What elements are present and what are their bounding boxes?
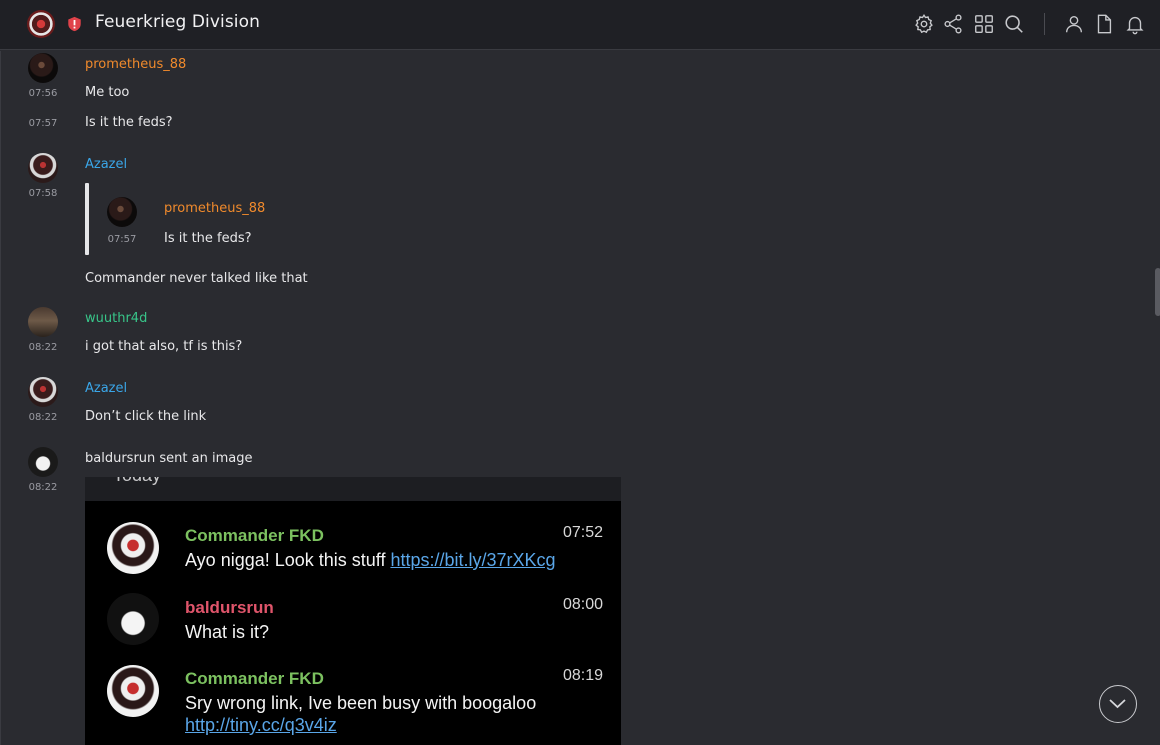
shield-alert-icon [68,16,81,32]
sender-name[interactable]: wuuthr4d [85,311,147,326]
image-chat-avatar [107,665,159,717]
notifications-bell-icon[interactable] [1124,13,1146,35]
chevron-down-icon [1109,699,1126,709]
sender-name[interactable]: Azazel [85,381,127,396]
message-text: Me too [85,85,130,100]
attached-image[interactable]: Today Commander FKD 07:52 Ayo nigga! Loo… [85,477,621,745]
apps-grid-icon[interactable] [973,13,995,35]
room-header: Feuerkrieg Division [0,0,1160,50]
message-timestamp: 08:22 [28,482,58,493]
message-timestamp: 07:58 [28,188,58,199]
jump-to-latest-button[interactable] [1099,685,1137,723]
image-chat-text: Ayo nigga! Look this stuff https://bit.l… [185,550,556,570]
message-timeline[interactable]: 07:56 prometheus_88 Me too 07:57 Is it t… [0,51,1160,745]
message-text: Commander never talked like that [85,271,308,286]
avatar[interactable] [28,153,58,183]
message-text: Don’t click the link [85,409,207,424]
message-timestamp: 08:22 [28,342,58,353]
image-chat-time: 08:19 [562,667,603,684]
image-chat-text: Sry wrong link, Ive been busy with booga… [185,693,537,713]
avatar[interactable] [28,53,58,83]
share-icon[interactable] [942,13,964,35]
avatar[interactable] [28,447,58,477]
image-chat-sender: baldursrun [185,598,274,617]
message-text: i got that also, tf is this? [85,339,243,354]
toolbar-separator [1044,13,1045,35]
image-chat-avatar [107,593,159,645]
quoted-avatar [107,197,137,227]
image-header-bar: Today [85,477,621,501]
image-chat-time: 07:52 [562,524,603,541]
quote-bar [85,183,89,255]
image-chat-link: https://bit.ly/37rXKcg [390,550,556,570]
message-text: Is it the feds? [85,115,173,130]
settings-icon[interactable] [913,13,935,35]
quoted-message-text: Is it the feds? [164,231,252,246]
search-icon[interactable] [1003,13,1025,35]
image-chat-link: http://tiny.cc/q3v4iz [185,715,337,735]
sender-name[interactable]: prometheus_88 [85,57,186,72]
quoted-sender-name[interactable]: prometheus_88 [164,201,265,216]
image-chat-sender: Commander FKD [185,526,324,545]
image-date-divider: Today [113,477,161,486]
message-timestamp: 07:57 [28,118,58,129]
message-timestamp: 07:56 [28,88,58,99]
image-chat-time: 08:00 [562,596,603,613]
image-chat-text: What is it? [185,622,270,642]
avatar[interactable] [28,307,58,337]
sender-name[interactable]: Azazel [85,157,127,172]
files-icon[interactable] [1093,13,1115,35]
scrollbar-thumb[interactable] [1155,268,1160,316]
quoted-timestamp: 07:57 [107,234,137,245]
room-avatar[interactable] [27,10,55,38]
message-timestamp: 08:22 [28,412,58,423]
image-chat-avatar [107,522,159,574]
avatar[interactable] [28,377,58,407]
room-title: Feuerkrieg Division [95,12,260,32]
image-caption: baldursrun sent an image [85,451,253,466]
image-chat-sender: Commander FKD [185,669,324,688]
members-icon[interactable] [1063,13,1085,35]
